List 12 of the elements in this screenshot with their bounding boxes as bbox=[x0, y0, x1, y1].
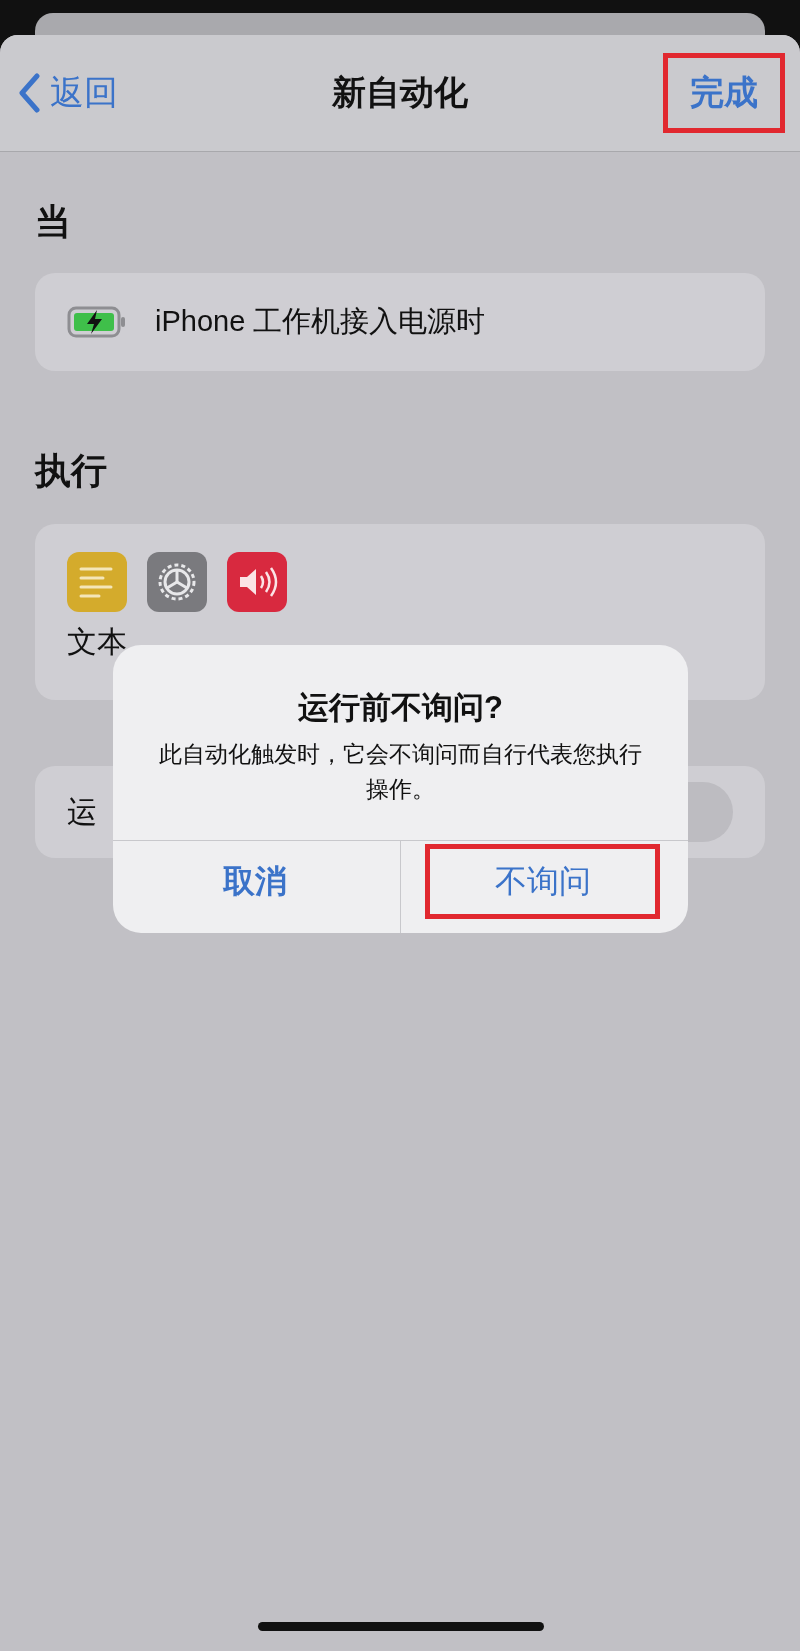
alert-button[interactable]: 不询问 bbox=[425, 844, 660, 919]
screen-title: 新自动化 bbox=[332, 73, 468, 111]
back-button[interactable]: 返回 bbox=[18, 70, 118, 116]
setting-label: 运 bbox=[67, 793, 97, 830]
done-button[interactable]: 完成 bbox=[663, 53, 785, 133]
trigger-card[interactable]: iPhone 工作机接入电源时 bbox=[35, 273, 765, 371]
section-header: 执行 bbox=[35, 449, 108, 493]
actions-summary: 文本 bbox=[67, 624, 128, 660]
section-header: 当 bbox=[35, 200, 72, 244]
alert-message: 此自动化触发时，它会不询问而自行代表您执行操作。 bbox=[158, 740, 643, 804]
alert-button[interactable]: 取消 bbox=[137, 844, 372, 919]
trigger-label: iPhone 工作机接入电源时 bbox=[155, 304, 486, 339]
